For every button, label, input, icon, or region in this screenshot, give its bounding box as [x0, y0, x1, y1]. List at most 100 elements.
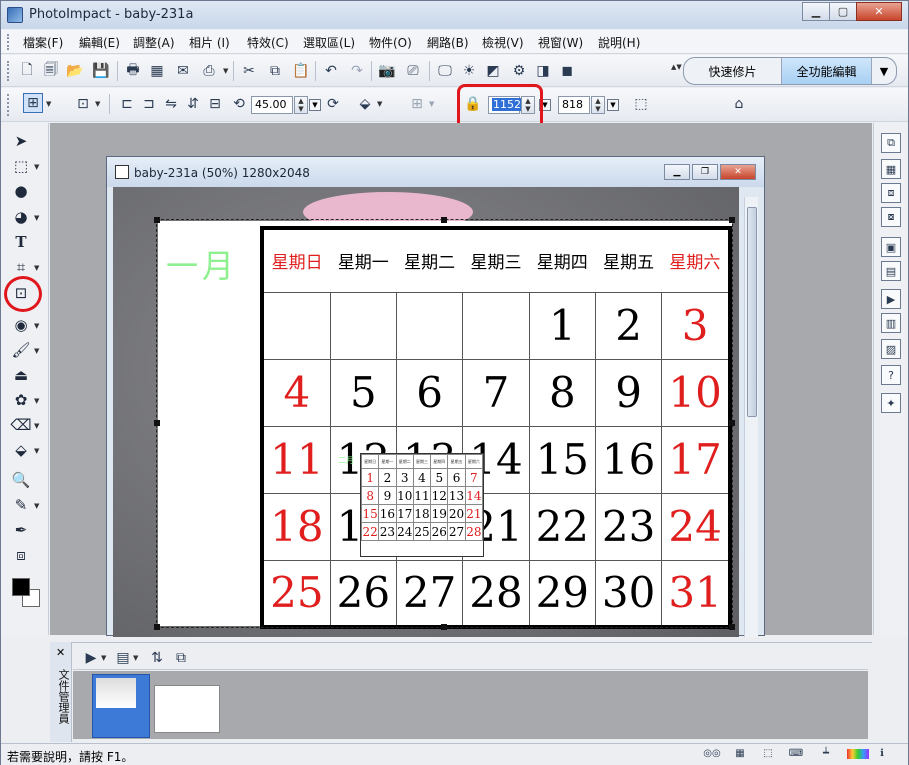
menu-effects[interactable]: 特效(C) [247, 34, 289, 51]
flip-horizontal-icon[interactable]: ⇋ [161, 94, 181, 114]
selection-marquee[interactable] [154, 217, 735, 630]
paste-icon[interactable]: 📋 [291, 61, 311, 81]
view-mode-icon[interactable]: ▤ [113, 648, 133, 668]
save-icon[interactable]: 💾 [91, 61, 111, 81]
resize-handle[interactable] [729, 420, 735, 426]
menu-edit[interactable]: 編輯(E) [79, 34, 120, 51]
path-tool-icon[interactable]: ◕ [11, 207, 31, 227]
paint-brush-icon[interactable]: 🖌 [11, 340, 31, 360]
object-align-dropdown-icon[interactable]: ▼ [377, 100, 382, 108]
copy-icon[interactable]: ⧉ [265, 61, 285, 81]
play-panel-icon[interactable]: ▶ [881, 289, 901, 309]
canvas-status-icon[interactable]: ⬚ [759, 748, 777, 762]
mode-dropdown-button[interactable]: ▼ [872, 58, 896, 84]
new-file-icon[interactable]: 🗋 [17, 61, 37, 81]
rotate-ccw-icon[interactable]: ⟲ [229, 94, 249, 114]
resize-icon[interactable]: ⊡ [73, 94, 93, 114]
eye-dropdown-icon[interactable]: ▼ [34, 322, 39, 330]
transform-mode-dropdown-icon[interactable]: ▼ [46, 100, 51, 108]
info-icon[interactable]: ℹ [873, 748, 891, 762]
menu-view[interactable]: 檢視(V) [482, 34, 524, 51]
straighten-icon[interactable]: ⊟ [205, 94, 225, 114]
menu-photo[interactable]: 相片 (I) [189, 34, 230, 51]
position-icon[interactable]: ⊞ [407, 94, 427, 114]
eyedropper-dropdown-icon[interactable]: ▼ [34, 502, 39, 510]
color-depth-icon[interactable] [847, 749, 869, 759]
glasses-icon[interactable]: ◎◎ [703, 748, 721, 762]
menu-object[interactable]: 物件(O) [369, 34, 412, 51]
position-dropdown-icon[interactable]: ▼ [429, 100, 434, 108]
pen-tool-icon[interactable]: ✒ [11, 520, 31, 540]
email-icon[interactable]: ✉ [173, 61, 193, 81]
rotation-dropdown-icon[interactable]: ▼ [309, 99, 321, 111]
apply-icon[interactable]: ⌂ [729, 94, 749, 114]
crop-tool-icon[interactable]: ⌗ [11, 257, 31, 277]
layer-panel-icon[interactable]: ⧉ [881, 133, 901, 153]
menu-help[interactable]: 說明(H) [598, 34, 640, 51]
selection-dropdown-icon[interactable]: ▼ [34, 163, 39, 171]
stamp-tool-icon[interactable]: ⏏ [11, 365, 31, 385]
resize-handle[interactable] [441, 624, 447, 630]
print-icon[interactable]: 🖶 [123, 61, 143, 81]
clone-dropdown-icon[interactable]: ▼ [34, 397, 39, 405]
slideshow-icon[interactable]: ◼ [557, 61, 577, 81]
doc-minimize-button[interactable]: ▁ [664, 164, 690, 180]
rotation-angle-input[interactable]: 45.00 [251, 96, 293, 114]
eraser-tool-icon[interactable]: ⌫ [10, 415, 31, 435]
export-dropdown-icon[interactable]: ▼ [223, 67, 228, 75]
bounding-box-icon[interactable]: ⬚ [631, 94, 651, 114]
menu-grip[interactable] [7, 34, 10, 50]
play-icon[interactable]: ▶ [81, 648, 101, 668]
minimize-button[interactable]: ▁ [802, 2, 830, 21]
resize-handle[interactable] [729, 217, 735, 223]
ruler-icon[interactable]: ┷ [817, 748, 835, 762]
doc-restore-button[interactable]: ❐ [692, 164, 718, 180]
resize-handle[interactable] [154, 420, 160, 426]
toolbar-grip[interactable] [7, 61, 10, 81]
curve-icon[interactable]: ◩ [483, 61, 503, 81]
doc-close-button[interactable]: ✕ [720, 164, 756, 180]
brightness-icon[interactable]: ☀ [459, 61, 479, 81]
print-preview-icon[interactable]: ▦ [147, 61, 167, 81]
flip-vertical-icon[interactable]: ⇵ [183, 94, 203, 114]
grid-status-icon[interactable]: ▦ [731, 748, 749, 762]
frame-icon[interactable]: ◨ [533, 61, 553, 81]
brush-dropdown-icon[interactable]: ▼ [34, 347, 39, 355]
open-folder-icon[interactable]: 📂 [65, 61, 85, 81]
menu-window[interactable]: 視窗(W) [538, 34, 583, 51]
scroll-thumb[interactable] [747, 207, 757, 417]
height-input[interactable]: 818 [558, 96, 590, 114]
close-button[interactable]: ✕ [856, 2, 902, 21]
menu-adjust[interactable]: 調整(A) [133, 34, 175, 51]
rotate-cw-icon[interactable]: ⟳ [323, 94, 343, 114]
object-align-icon[interactable]: ⬙ [355, 94, 375, 114]
shape-selection-icon[interactable]: ● [11, 181, 31, 201]
menu-web[interactable]: 網路(B) [427, 34, 469, 51]
fill-tool-icon[interactable]: ⬙ [11, 440, 31, 460]
height-dropdown-icon[interactable]: ▼ [607, 99, 619, 111]
resize-handle[interactable] [154, 624, 160, 630]
height-spinner[interactable]: ▲ ▼ [591, 96, 605, 114]
resize-handle[interactable] [441, 217, 447, 223]
standard-selection-tool-icon[interactable]: ⬚ [11, 156, 31, 176]
foreground-color-swatch[interactable] [12, 578, 30, 596]
photoimpact-app-icon[interactable] [7, 7, 23, 23]
eye-tool-icon[interactable]: ◉ [11, 315, 31, 335]
rotation-spinner[interactable]: ▲ ▼ [294, 96, 308, 114]
monitor-icon[interactable]: 🖵 [435, 61, 455, 81]
menu-file[interactable]: 檔案(F) [23, 34, 63, 51]
fill-dropdown-icon[interactable]: ▼ [34, 447, 39, 455]
rotate-left-icon[interactable]: ⊏ [117, 94, 137, 114]
histogram-panel-icon[interactable]: ▨ [881, 339, 901, 359]
undo-icon[interactable]: ↶ [321, 61, 341, 81]
attribute-toolbar-grip[interactable] [7, 94, 10, 116]
menu-selection[interactable]: 選取區(L) [303, 34, 355, 51]
keyboard-icon[interactable]: ⌨ [787, 748, 805, 762]
export-icon[interactable]: ⎙ [199, 61, 219, 81]
measure-tool-icon[interactable]: ⧈ [11, 545, 31, 565]
resize-handle[interactable] [729, 624, 735, 630]
full-edit-mode-button[interactable]: 全功能編輯 [782, 58, 872, 84]
scanner-icon[interactable]: ⎚ [403, 61, 423, 81]
document-thumbnail[interactable] [154, 685, 220, 733]
clone-tool-icon[interactable]: ✿ [11, 390, 31, 410]
